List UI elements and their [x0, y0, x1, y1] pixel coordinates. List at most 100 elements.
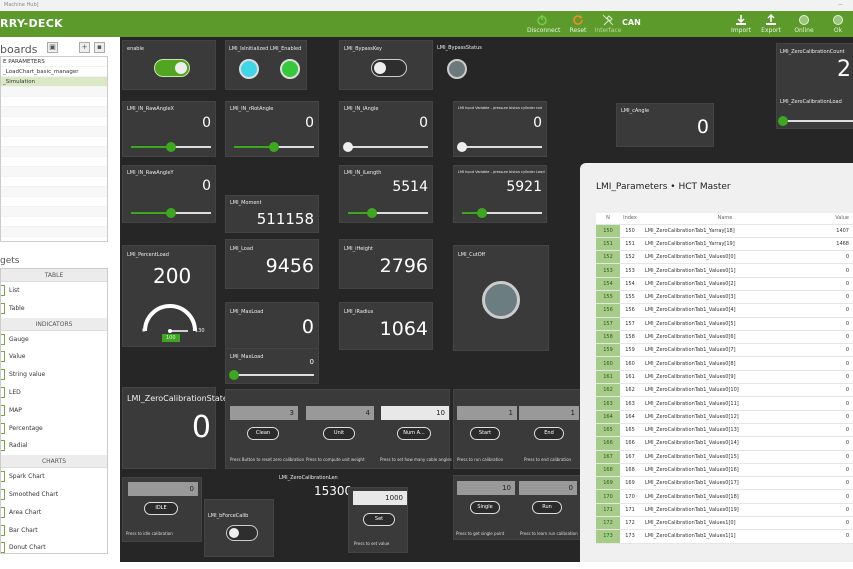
length-slider[interactable] [348, 208, 428, 218]
end-input[interactable]: 1 [519, 406, 579, 420]
unit-button[interactable]: Unit [323, 427, 355, 440]
table-row[interactable]: 157 157 LMI_ZeroCalibrationTab1_Values0[5]… [596, 317, 853, 331]
widget-icon [1, 369, 5, 381]
rot-angle-value: 0 [305, 115, 314, 131]
table-row[interactable]: 167 167 LMI_ZeroCalibrationTab1_Values0[15… [596, 450, 853, 464]
widget-bar-chart-item[interactable]: Bar Chart [1, 522, 107, 540]
column-header[interactable]: Index [620, 213, 640, 225]
widget-value-item[interactable]: Value [1, 348, 107, 366]
single-input[interactable]: 10 [457, 481, 515, 495]
tree-item-parameters[interactable]: E PARAMETERS [1, 57, 107, 67]
start-button[interactable]: Start [470, 427, 500, 440]
widget-list-item[interactable]: List [1, 282, 107, 300]
raw-angle-x-slider[interactable] [131, 142, 211, 152]
start-input[interactable]: 1 [457, 406, 517, 420]
table-cell: 158 [620, 330, 640, 345]
enable-switch[interactable] [154, 59, 190, 77]
add-dashboard-icon[interactable]: + [79, 42, 90, 53]
clean-input[interactable]: 3 [230, 406, 298, 420]
widget-smoothed-chart-item[interactable]: Smoothed Chart [1, 486, 107, 504]
widget-table-item[interactable]: Table [1, 300, 107, 318]
table-row[interactable]: 162 162 LMI_ZeroCalibrationTab1_Values0[10… [596, 383, 853, 398]
zero-load-slider[interactable] [778, 116, 853, 126]
tree-item-loadchart[interactable]: _LoadChart_basic_manager [1, 67, 107, 77]
table-row[interactable]: 152 152 LMI_ZeroCalibrationTab1_Values0[0]… [596, 250, 853, 265]
bypass-key-switch[interactable] [371, 59, 407, 77]
table-row[interactable]: 154 154 LMI_ZeroCalibrationTab1_Values0[2]… [596, 277, 853, 291]
table-cell: LMI_ZeroCalibrationTab1_Values0[3] [640, 290, 810, 305]
table-row[interactable]: 168 168 LMI_ZeroCalibrationTab1_Values0[16… [596, 463, 853, 478]
tree-item-simulation[interactable]: _Simulation [1, 77, 107, 87]
table-row[interactable]: 166 166 LMI_ZeroCalibrationTab1_Values0[14… [596, 436, 853, 451]
idle-button[interactable]: IDLE [144, 502, 178, 515]
table-cell: 160 [620, 356, 640, 371]
table-row[interactable]: 171 171 LMI_ZeroCalibrationTab1_Values0[19… [596, 503, 853, 518]
widget-area-chart-item[interactable]: Area Chart [1, 504, 107, 522]
single-button[interactable]: Single [470, 501, 500, 514]
widget-percentage-item[interactable]: Percentage [1, 420, 107, 438]
save-dashboard-icon[interactable]: ▣ [47, 42, 58, 53]
export-button[interactable]: Export [756, 14, 786, 34]
unit-input[interactable]: 4 [306, 406, 374, 420]
table-row[interactable]: 161 161 LMI_ZeroCalibrationTab1_Values0[9]… [596, 370, 853, 385]
table-row[interactable]: 170 170 LMI_ZeroCalibrationTab1_Values0[18… [596, 489, 853, 504]
start-note: Press to run calibration [457, 457, 504, 462]
table-cell: 151 [596, 237, 620, 252]
widget-led-item[interactable]: LED [1, 384, 107, 402]
table-row[interactable]: 163 163 LMI_ZeroCalibrationTab1_Values0[11… [596, 396, 853, 411]
table-row[interactable]: 164 164 LMI_ZeroCalibrationTab1_Values0[12… [596, 410, 853, 424]
radius-tile: LMI_IRadius 1064 [339, 302, 433, 350]
run-input[interactable]: 0 [519, 481, 577, 495]
clean-button[interactable]: Clean [247, 427, 279, 440]
rot-angle-slider[interactable] [234, 142, 314, 152]
radius-value: 1064 [379, 318, 428, 340]
enable-tile: enable [122, 40, 216, 90]
zero-len-input[interactable]: 1000 [353, 491, 407, 505]
table-row[interactable]: 150 150 LMI_ZeroCalibrationTab1_Yarray[18]… [596, 224, 853, 238]
table-row[interactable]: 151 151 LMI_ZeroCalibrationTab1_Yarray[19]… [596, 237, 853, 252]
pressure-rod-slider[interactable] [457, 142, 542, 152]
table-row[interactable]: 160 160 LMI_ZeroCalibrationTab1_Values0[8]… [596, 356, 853, 371]
raw-angle-y-slider[interactable] [131, 208, 211, 218]
import-label: Import [731, 27, 751, 34]
disconnect-button[interactable]: Disconnect [527, 14, 560, 34]
end-button[interactable]: End [534, 427, 564, 440]
pressure-lead-slider[interactable] [462, 208, 542, 218]
max-load2-slider[interactable] [229, 370, 314, 380]
tree-empty-row [1, 177, 107, 187]
widget-string-value-item[interactable]: String value [1, 366, 107, 384]
tile-label: LMI_Load [230, 246, 254, 252]
widget-map-item[interactable]: MAP [1, 402, 107, 420]
set-button[interactable]: Set [363, 513, 395, 526]
widget-radial-item[interactable]: Radial [1, 437, 107, 455]
table-row[interactable]: 165 165 LMI_ZeroCalibrationTab1_Values0[13… [596, 423, 853, 438]
force-calib-switch[interactable] [226, 525, 258, 541]
table-row[interactable]: 173 173 LMI_ZeroCalibrationTab1_Values1[1]… [596, 529, 853, 544]
table-row[interactable]: 156 156 LMI_ZeroCalibrationTab1_Values0[4]… [596, 303, 853, 318]
widget-spark-chart-item[interactable]: Spark Chart [1, 468, 107, 486]
widget-donut-chart-item[interactable]: Donut Chart [1, 539, 107, 553]
minimize-button[interactable]: — [838, 0, 843, 11]
table-row[interactable]: 159 159 LMI_ZeroCalibrationTab1_Values0[7]… [596, 343, 853, 358]
delete-dashboard-icon[interactable]: ▪ [94, 42, 105, 53]
table-row[interactable]: 169 169 LMI_ZeroCalibrationTab1_Values0[17… [596, 476, 853, 491]
num-angles-button[interactable]: Num A... [397, 427, 431, 440]
widget-icon [1, 524, 5, 536]
tile-label: LMI_CutOff [458, 252, 486, 258]
table-row[interactable]: 172 172 LMI_ZeroCalibrationTab1_Values1[0]… [596, 516, 853, 531]
raw-angle-x-value: 0 [202, 115, 211, 131]
interface-button[interactable]: Interface [593, 14, 623, 34]
table-row[interactable]: 155 155 LMI_ZeroCalibrationTab1_Values0[3]… [596, 290, 853, 305]
num-angles-input[interactable]: 10 [381, 406, 449, 420]
widget-gauge-item[interactable]: Gauge [1, 331, 107, 349]
table-row[interactable]: 153 153 LMI_ZeroCalibrationTab1_Values0[1]… [596, 263, 853, 278]
column-header[interactable]: N [596, 213, 620, 225]
angle-slider[interactable] [343, 142, 428, 152]
column-header[interactable]: Value [810, 213, 853, 225]
reset-button[interactable]: Reset [563, 14, 593, 34]
table-row[interactable]: 158 158 LMI_ZeroCalibrationTab1_Values0[6]… [596, 330, 853, 345]
column-header[interactable]: Name [640, 213, 810, 225]
run-button[interactable]: Run [532, 501, 562, 514]
idle-input[interactable]: 0 [128, 482, 198, 496]
import-button[interactable]: Import [726, 14, 756, 34]
